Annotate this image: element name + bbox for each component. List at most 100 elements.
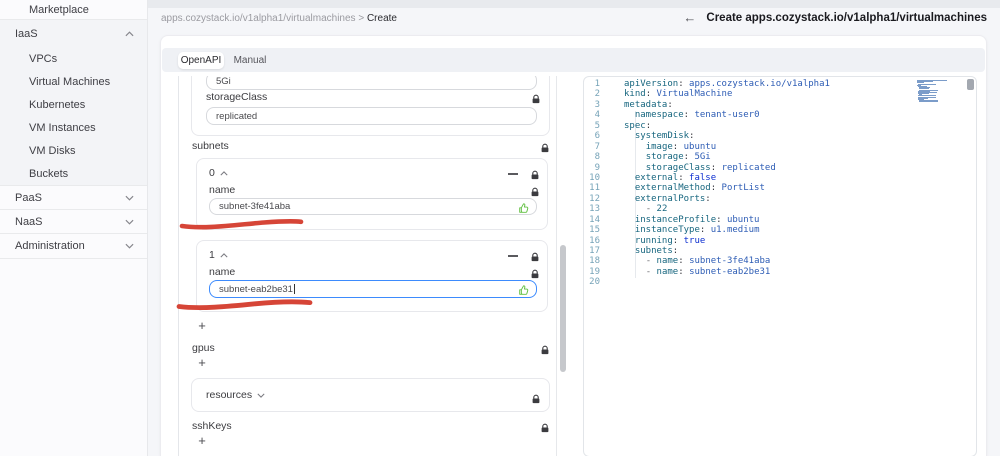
thumbs-up-icon[interactable] xyxy=(518,202,530,217)
chevron-up-icon xyxy=(125,28,134,40)
storage-class-input[interactable]: replicated xyxy=(206,107,537,125)
lock-icon[interactable] xyxy=(530,249,540,267)
lock-icon[interactable] xyxy=(540,140,550,158)
lock-icon[interactable] xyxy=(531,391,541,409)
line-number: 4 xyxy=(594,110,600,121)
lock-icon[interactable] xyxy=(531,91,541,109)
line-number: 18 xyxy=(589,256,600,267)
subnet-name-input-focused[interactable]: subnet-eab2be31 xyxy=(209,280,537,298)
breadcrumb-path[interactable]: apps.cozystack.io/v1alpha1/virtualmachin… xyxy=(161,13,356,24)
line-number: 16 xyxy=(589,235,600,246)
code-line: metadata: xyxy=(624,99,673,110)
lock-icon[interactable] xyxy=(540,420,550,438)
code-line: namespace: tenant-user0 xyxy=(634,110,760,121)
sidebar-item-kubernetes[interactable]: Kubernetes xyxy=(0,93,147,116)
code-line: storageClass: replicated xyxy=(645,162,776,173)
sidebar-open-group: IaaS VPCs Virtual Machines Kubernetes VM Ins… xyxy=(0,20,147,185)
line-number: 8 xyxy=(594,152,600,163)
code-line: instanceProfile: ubuntu xyxy=(634,214,760,225)
sidebar-item-vm-disks[interactable]: VM Disks xyxy=(0,139,147,162)
code-line: instanceType: u1.medium xyxy=(634,225,760,236)
page-title: Create apps.cozystack.io/v1alpha1/virtua… xyxy=(706,11,987,24)
form-scrollbar-thumb[interactable] xyxy=(560,245,566,372)
code-line: subnets: xyxy=(634,246,679,256)
editor-line-numbers: 1 2 3 4 5 6 7 8 9 10 11 12 13 14 15 16 17 18 19 20 xyxy=(584,79,600,288)
yaml-editor[interactable]: 1 2 3 4 5 6 7 8 9 10 11 12 13 14 15 16 17 18 19 20 apiVersi… xyxy=(583,76,977,456)
lock-icon[interactable] xyxy=(530,167,540,185)
breadcrumb-separator: > xyxy=(358,13,365,24)
subnet-name-input[interactable]: subnet-3fe41aba xyxy=(209,198,537,215)
sidebar-item-vm-instances[interactable]: VM Instances xyxy=(0,116,147,139)
form-panel: 5Gi storageClass replicated subnets 0 na… xyxy=(178,76,557,456)
code-line: systemDisk: xyxy=(634,131,695,142)
resources-card[interactable]: resources xyxy=(191,378,550,412)
system-disk-card: 5Gi storageClass replicated xyxy=(191,76,550,136)
sidebar-group-naas[interactable]: NaaS xyxy=(0,210,147,233)
sidebar-item-virtual-machines[interactable]: Virtual Machines xyxy=(0,70,147,93)
code-line: externalPorts: xyxy=(634,193,711,204)
line-number: 7 xyxy=(594,141,600,152)
code-line: spec: xyxy=(624,120,652,131)
sidebar-item-marketplace[interactable]: Marketplace xyxy=(0,0,147,19)
sidebar-item-buckets[interactable]: Buckets xyxy=(0,162,147,185)
text-cursor xyxy=(293,284,295,294)
line-number: 3 xyxy=(594,99,600,110)
add-gpu-button[interactable]: + xyxy=(195,356,209,370)
breadcrumb[interactable]: apps.cozystack.io/v1alpha1/virtualmachin… xyxy=(161,13,397,24)
line-number: 1 xyxy=(594,79,600,89)
line-number: 10 xyxy=(589,172,600,183)
add-ssh-key-button[interactable]: + xyxy=(195,434,209,448)
ssh-keys-label: sshKeys xyxy=(192,420,232,432)
editor-minimap[interactable] xyxy=(917,80,953,104)
code-line: external: false xyxy=(634,172,717,183)
page: Marketplace IaaS VPCs Virtual Machines Kuber… xyxy=(0,0,1000,456)
line-number: 17 xyxy=(589,246,600,256)
line-number: 9 xyxy=(594,162,600,173)
remove-item-button[interactable] xyxy=(508,173,518,175)
storage-class-label: storageClass xyxy=(206,91,268,103)
line-number: 20 xyxy=(589,277,600,288)
main-panel: OpenAPI Manual 5Gi storageClass replicat… xyxy=(160,35,987,456)
code-line: - name: subnet-3fe41aba xyxy=(645,256,771,267)
thumbs-up-icon[interactable] xyxy=(518,284,530,299)
subnet-item-header[interactable]: 0 xyxy=(209,167,228,179)
sidebar-group-paas[interactable]: PaaS xyxy=(0,186,147,209)
tab-openapi[interactable]: OpenAPI xyxy=(178,51,224,69)
code-line: - 22 xyxy=(645,204,668,215)
back-arrow-icon[interactable]: ← xyxy=(683,11,696,24)
resources-header[interactable]: resources xyxy=(206,389,265,401)
line-number: 5 xyxy=(594,120,600,131)
subnet-item-1: 1 name subnet-eab2be31 xyxy=(196,240,548,312)
line-number: 11 xyxy=(589,183,600,194)
code-line: image: ubuntu xyxy=(645,141,717,152)
sidebar-group-iaas[interactable]: IaaS xyxy=(0,20,147,47)
name-label: name xyxy=(209,184,236,196)
sidebar-item-vpcs[interactable]: VPCs xyxy=(0,47,147,70)
line-number: 12 xyxy=(589,193,600,204)
code-line: externalMethod: PortList xyxy=(634,183,765,194)
code-line: apiVersion: apps.cozystack.io/v1alpha1 xyxy=(624,79,830,89)
editor-scrollbar-thumb[interactable] xyxy=(967,79,974,90)
chevron-down-icon xyxy=(125,192,134,204)
top-toolbar-strip xyxy=(148,0,1000,8)
breadcrumb-current: Create xyxy=(366,13,397,24)
tab-manual[interactable]: Manual xyxy=(228,52,272,69)
subnet-item-header[interactable]: 1 xyxy=(209,249,228,261)
remove-item-button[interactable] xyxy=(508,255,518,257)
chevron-up-icon xyxy=(220,167,228,179)
add-subnet-button[interactable]: + xyxy=(195,319,209,333)
page-header: ← Create apps.cozystack.io/v1alpha1/virt… xyxy=(683,11,987,24)
line-number: 6 xyxy=(594,131,600,142)
editor-code: apiVersion: apps.cozystack.io/v1alpha1 ki… xyxy=(624,79,830,288)
storage-input[interactable]: 5Gi xyxy=(206,76,537,90)
line-number: 13 xyxy=(589,204,600,215)
sidebar-group-administration[interactable]: Administration xyxy=(0,234,147,258)
lock-icon[interactable] xyxy=(540,342,550,360)
chevron-down-icon xyxy=(125,240,134,252)
line-number: 14 xyxy=(589,214,600,225)
chevron-down-icon xyxy=(257,389,265,401)
subnets-label: subnets xyxy=(192,140,229,152)
name-label: name xyxy=(209,266,236,278)
code-line: running: true xyxy=(634,235,706,246)
